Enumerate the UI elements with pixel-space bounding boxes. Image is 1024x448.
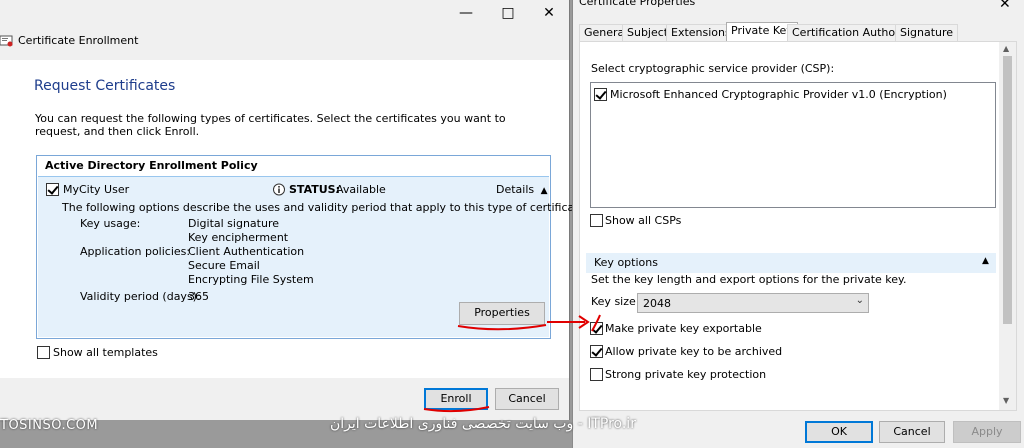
watermark-left: TOSINSO.COM [0, 418, 99, 433]
check-annotation [591, 314, 601, 332]
enroll-underline-annotation [423, 406, 490, 413]
annotation-overlay [423, 314, 601, 413]
watermark-right: ITPro.ir - وب سایت تخصصی فناوری اطلاعات … [330, 416, 636, 432]
underline-annotation [457, 324, 547, 331]
